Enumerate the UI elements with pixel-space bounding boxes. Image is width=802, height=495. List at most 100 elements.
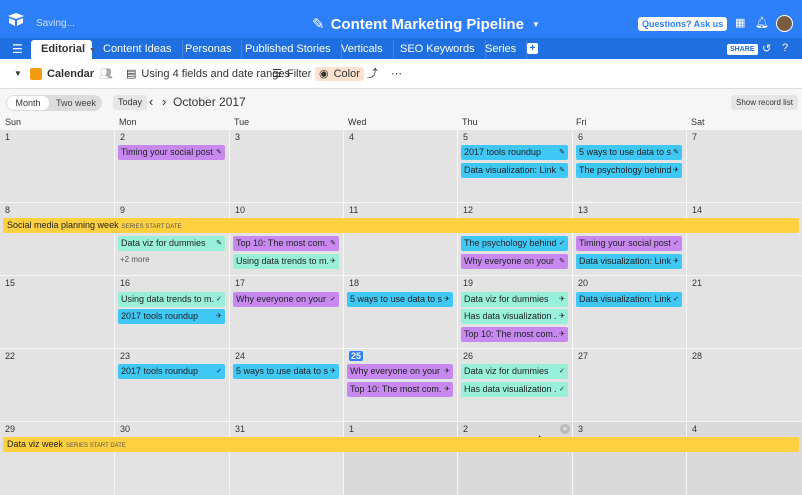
mode-two-week-button[interactable]: Two week bbox=[52, 96, 100, 110]
tab-content-ideas[interactable]: Content Ideas bbox=[93, 40, 183, 59]
day-cell[interactable]: 23 bbox=[115, 349, 229, 421]
fields-button[interactable]: ▤ Using 4 fields and date ranges bbox=[126, 67, 290, 81]
day-cell[interactable]: 18 bbox=[344, 276, 457, 348]
event-title: Why everyone on your ... bbox=[350, 366, 443, 376]
tab-series[interactable]: Series bbox=[475, 40, 528, 59]
logo-icon[interactable] bbox=[8, 13, 24, 26]
calendar-event[interactable]: Data visualization: Link... ✓ bbox=[576, 292, 682, 307]
today-button[interactable]: Today bbox=[113, 95, 148, 110]
day-cell[interactable]: 31 bbox=[230, 422, 343, 495]
calendar-event[interactable]: 2017 tools roundup ✈ bbox=[118, 309, 225, 324]
share-users-icon[interactable]: 👥︎ bbox=[99, 67, 113, 81]
calendar-event[interactable]: Data viz for dummies ✓ bbox=[461, 364, 568, 379]
calendar-event[interactable]: 5 ways to use data to s... ✈ bbox=[347, 292, 453, 307]
day-cell[interactable]: 8 bbox=[0, 203, 114, 275]
calendar-event[interactable]: Why everyone on your ... ✈ bbox=[347, 364, 453, 379]
calendar-event[interactable]: Data visualization: Link... ✈ bbox=[576, 254, 682, 269]
weekday-label: Mon bbox=[119, 117, 137, 127]
day-cell[interactable]: 15 bbox=[0, 276, 114, 348]
day-cell[interactable]: 11 bbox=[344, 203, 457, 275]
help-circle-icon[interactable]: ? bbox=[715, 16, 721, 28]
tab-verticals[interactable]: Verticals bbox=[331, 40, 394, 59]
day-cell[interactable]: 7 bbox=[687, 130, 802, 202]
tab-editorial[interactable]: Editorial ▼ bbox=[31, 40, 96, 59]
calendar-event[interactable]: 2017 tools roundup ✎ bbox=[461, 145, 568, 160]
calendar-event[interactable]: 5 ways to use data to s... ✎ bbox=[576, 145, 682, 160]
color-button[interactable]: ◉ Color bbox=[315, 67, 364, 81]
avatar[interactable] bbox=[776, 15, 793, 32]
bell-icon[interactable]: 🔔︎ bbox=[755, 16, 769, 29]
calendar-event[interactable]: Timing your social post... ✎ bbox=[118, 145, 225, 160]
help-button[interactable]: Questions? Ask us bbox=[638, 17, 728, 31]
series-banner[interactable]: Social media planning week SERIES START D… bbox=[3, 218, 799, 233]
series-banner[interactable]: Data viz week SERIES START DATE bbox=[3, 437, 799, 452]
series-banner-subtitle: SERIES START DATE bbox=[121, 224, 182, 230]
day-cell[interactable]: 2 bbox=[115, 130, 229, 202]
day-cell[interactable]: 28 bbox=[687, 349, 802, 421]
calendar-event[interactable]: Data viz for dummies ✎ bbox=[118, 236, 225, 251]
calendar-event[interactable]: The psychology behind... ✈ bbox=[576, 163, 682, 178]
calendar-event[interactable]: Why everyone on your ... ✎ bbox=[461, 254, 568, 269]
view-switcher[interactable]: Calendar 👥︎ bbox=[30, 67, 113, 81]
status-icon: ✎ bbox=[216, 149, 222, 156]
day-cell[interactable]: 4 bbox=[687, 422, 802, 495]
day-cell[interactable]: 29 bbox=[0, 422, 114, 495]
tab-seo-keywords[interactable]: SEO Keywords bbox=[390, 40, 486, 59]
calendar-event[interactable]: Has data visualization ... ✈ bbox=[461, 309, 568, 324]
chevron-right-icon[interactable]: › bbox=[162, 94, 166, 109]
tab-published-stories[interactable]: Published Stories bbox=[235, 40, 342, 59]
calendar-event[interactable]: Using data trends to m... ✓ bbox=[118, 292, 225, 307]
tab-personas[interactable]: Personas bbox=[175, 40, 243, 59]
day-cell[interactable]: 2 + bbox=[458, 422, 572, 495]
grid-icon[interactable]: ▦ bbox=[735, 16, 745, 29]
history-icon[interactable]: ↺ bbox=[762, 42, 771, 55]
calendar-event[interactable]: Why everyone on your ... ✓ bbox=[233, 292, 339, 307]
more-icon[interactable]: ⋯ bbox=[391, 67, 402, 81]
day-cell[interactable]: 17 bbox=[230, 276, 343, 348]
day-cell[interactable]: 1 bbox=[344, 422, 457, 495]
day-number: 20 bbox=[578, 278, 589, 288]
calendar-event[interactable]: Has data visualization ... ✓ bbox=[461, 382, 568, 397]
sidebar-toggle-icon[interactable]: ▼ bbox=[14, 67, 22, 81]
calendar-event[interactable]: Data visualization: Link... ✎ bbox=[461, 163, 568, 178]
more-events-link[interactable]: +2 more bbox=[120, 255, 150, 264]
day-cell[interactable]: 27 bbox=[573, 349, 686, 421]
day-number: 14 bbox=[692, 205, 703, 215]
day-cell[interactable]: 1 bbox=[0, 130, 114, 202]
day-cell[interactable]: 14 bbox=[687, 203, 802, 275]
day-cell[interactable]: 3 bbox=[573, 422, 686, 495]
event-title: Top 10: The most com... bbox=[464, 329, 558, 339]
share-button[interactable]: SHARE bbox=[727, 44, 758, 55]
add-record-icon[interactable]: + bbox=[560, 424, 570, 434]
mode-month-button[interactable]: Month bbox=[7, 96, 49, 110]
status-icon: ✈ bbox=[444, 296, 450, 303]
calendar-event[interactable]: Timing your social post... ✓ bbox=[576, 236, 682, 251]
status-icon: ✎ bbox=[330, 240, 336, 247]
base-title-dropdown[interactable]: ✎ Content Marketing Pipeline ▼ bbox=[312, 14, 540, 34]
filter-button[interactable]: ☰ Filter bbox=[272, 67, 311, 81]
expand-icon[interactable]: ⤴ bbox=[367, 67, 378, 81]
calendar-event[interactable]: Top 10: The most com... ✎ bbox=[233, 236, 339, 251]
day-cell[interactable]: 30 bbox=[115, 422, 229, 495]
show-record-list-button[interactable]: Show record list bbox=[731, 95, 798, 110]
day-cell[interactable]: 4 bbox=[344, 130, 457, 202]
day-cell[interactable]: 3 bbox=[230, 130, 343, 202]
calendar-event[interactable]: 5 ways to use data to s... ✈ bbox=[233, 364, 339, 379]
calendar-event[interactable]: Top 10: The most com... ✈ bbox=[347, 382, 453, 397]
day-cell[interactable]: 20 bbox=[573, 276, 686, 348]
calendar-event[interactable]: Top 10: The most com... ✈ bbox=[461, 327, 568, 342]
day-cell[interactable]: 21 bbox=[687, 276, 802, 348]
calendar-event[interactable]: 2017 tools roundup ✓ bbox=[118, 364, 225, 379]
chevron-left-icon[interactable]: ‹ bbox=[149, 94, 153, 109]
status-icon: ✈ bbox=[444, 368, 450, 375]
menu-icon[interactable]: ☰ bbox=[12, 42, 23, 56]
day-cell[interactable]: 22 bbox=[0, 349, 114, 421]
calendar-event[interactable]: Data viz for dummies ✈ bbox=[461, 292, 568, 307]
event-title: Why everyone on your ... bbox=[464, 256, 558, 266]
calendar-event[interactable]: The psychology behind... ✓ bbox=[461, 236, 568, 251]
add-table-button[interactable]: + bbox=[527, 43, 538, 54]
filter-icon: ☰ bbox=[272, 68, 282, 80]
calendar-event[interactable]: Using data trends to m... ✈ bbox=[233, 254, 339, 269]
help-circle-icon[interactable]: ? bbox=[782, 42, 788, 54]
day-cell[interactable]: 24 bbox=[230, 349, 343, 421]
